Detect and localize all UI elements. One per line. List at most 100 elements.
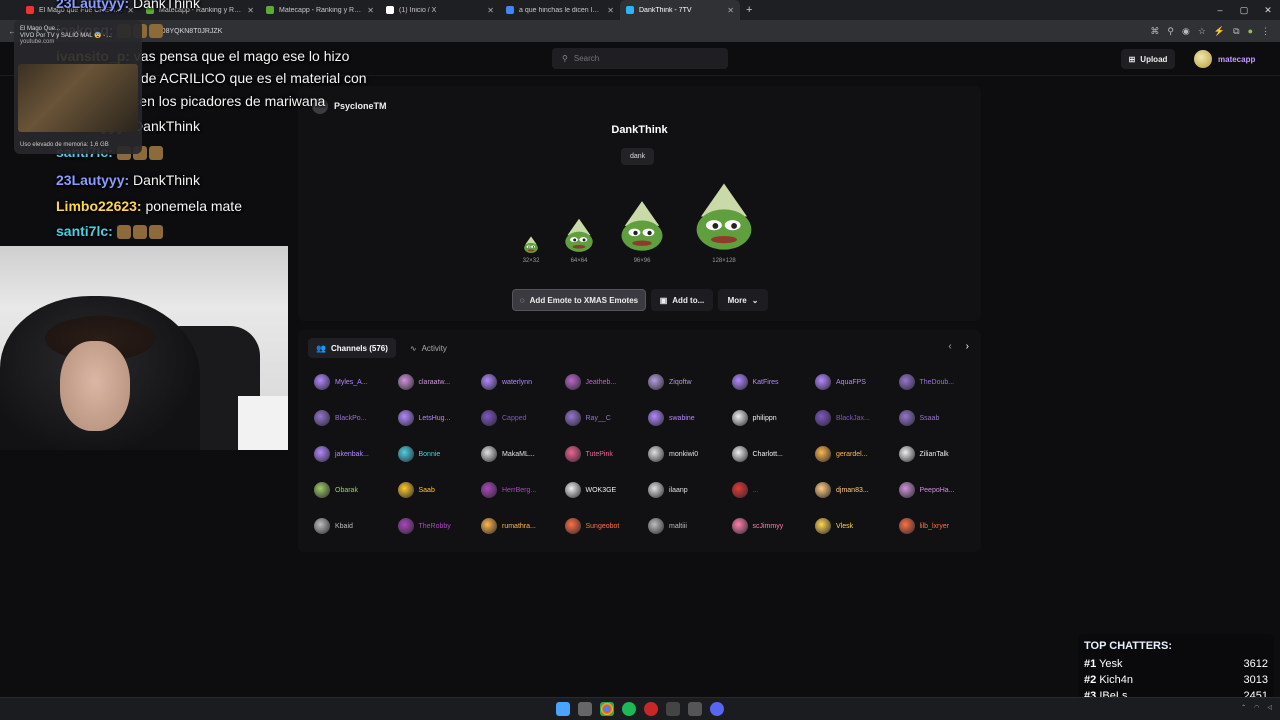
- close-window-icon[interactable]: ✕: [1256, 0, 1280, 20]
- face: [60, 341, 130, 431]
- channel-item[interactable]: claraatw...: [397, 374, 450, 390]
- emote-size-label: 32×32: [522, 258, 540, 264]
- channel-avatar: [397, 410, 414, 426]
- channel-item[interactable]: ...: [731, 482, 758, 498]
- channel-item[interactable]: PeepoHa...: [898, 482, 955, 498]
- channel-item[interactable]: Myles_A...: [314, 374, 368, 390]
- channel-item[interactable]: waterlynn: [481, 374, 532, 390]
- profile-icon[interactable]: ●: [1248, 26, 1253, 37]
- chatter-name: Kich4n: [1099, 674, 1133, 686]
- channel-item[interactable]: AquaFPS: [815, 374, 866, 390]
- close-tab-icon[interactable]: ✕: [727, 6, 734, 15]
- pepe-emote-icon: [524, 236, 538, 253]
- user-menu[interactable]: matecapp: [1194, 50, 1255, 68]
- minimize-icon[interactable]: –: [1208, 0, 1232, 20]
- chevron-down-icon: ⌄: [751, 295, 759, 305]
- channel-item[interactable]: Vlesk: [815, 518, 853, 534]
- channel-item[interactable]: rumathra...: [481, 518, 536, 534]
- new-tab-icon[interactable]: +: [740, 4, 758, 16]
- channel-item[interactable]: MakaML...: [481, 446, 535, 462]
- next-page-icon[interactable]: ›: [966, 341, 969, 352]
- channel-item[interactable]: HerrBerg...: [481, 482, 536, 498]
- tab-hover-preview: El Mago Que... VIVO Por TV y SALIÓ MAL 😨…: [14, 20, 142, 154]
- app-icon[interactable]: [644, 702, 658, 716]
- emote-tag[interactable]: dank: [621, 148, 655, 165]
- channel-item[interactable]: swabine: [648, 410, 695, 426]
- channel-item[interactable]: Sungeobot: [564, 518, 619, 534]
- channel-avatar: [731, 518, 748, 534]
- channel-item[interactable]: TutePink: [564, 446, 613, 462]
- channel-name: monkiwi0: [669, 450, 699, 458]
- channel-item[interactable]: LetsHug...: [397, 410, 450, 426]
- volume-icon[interactable]: ◁: [1267, 704, 1272, 711]
- channel-name: lilb_lxryer: [919, 522, 950, 530]
- channel-item[interactable]: lilb_lxryer: [898, 518, 950, 534]
- chat-emote-icon: [149, 24, 164, 39]
- maximize-icon[interactable]: ▢: [1232, 0, 1256, 20]
- add-to-button[interactable]: ▣ Add to...: [651, 289, 713, 311]
- search-bar[interactable]: ⚲: [552, 48, 728, 69]
- channel-item[interactable]: WOK3GE: [564, 482, 616, 498]
- file-explorer-icon[interactable]: [578, 702, 592, 716]
- wifi-icon[interactable]: ◠: [1254, 704, 1259, 711]
- channel-item[interactable]: monkiwi0: [648, 446, 698, 462]
- channel-item[interactable]: maltiii: [648, 518, 687, 534]
- channel-item[interactable]: BlackJax...: [815, 410, 870, 426]
- tray-chevron-icon[interactable]: ⌃: [1241, 704, 1246, 711]
- chat-text: ponemela mate: [145, 198, 242, 214]
- channel-item[interactable]: Ray__C: [564, 410, 611, 426]
- upload-label: Upload: [1140, 54, 1168, 64]
- chrome-icon[interactable]: [600, 702, 614, 716]
- browser-tab[interactable]: DankThink - 7TV ✕: [620, 0, 740, 20]
- channel-name: TutePink: [585, 450, 613, 458]
- obs-icon[interactable]: [666, 702, 680, 716]
- star-icon[interactable]: ☆: [1198, 26, 1206, 37]
- browser-tab[interactable]: a que hinchas le dicen los ping ✕: [500, 0, 620, 20]
- tab-activity[interactable]: ∿ Activity: [402, 338, 455, 358]
- translate-icon[interactable]: ⌘: [1150, 26, 1159, 37]
- webcam-overlay: [0, 246, 288, 450]
- channel-item[interactable]: ilaanp: [648, 482, 688, 498]
- channel-item[interactable]: philippn: [731, 410, 777, 426]
- channel-name: jakenbak...: [335, 450, 369, 458]
- notification-app-icon[interactable]: [688, 702, 702, 716]
- zoom-icon[interactable]: ⚲: [1167, 26, 1174, 37]
- channel-item[interactable]: Ssaab: [898, 410, 939, 426]
- extension-icon[interactable]: ⧉: [1233, 26, 1239, 37]
- channel-item[interactable]: BlackPo...: [314, 410, 367, 426]
- menu-icon[interactable]: ⋮: [1261, 26, 1270, 37]
- discord-icon[interactable]: [710, 702, 724, 716]
- extension-7tv-icon[interactable]: ⚡: [1214, 26, 1225, 37]
- channel-name: KatFires: [752, 378, 779, 386]
- spotify-icon[interactable]: [622, 702, 636, 716]
- channel-item[interactable]: Obarak: [314, 482, 358, 498]
- channel-avatar: [898, 410, 915, 426]
- channel-item[interactable]: TheRobby: [397, 518, 451, 534]
- prev-page-icon[interactable]: ‹: [948, 341, 951, 352]
- channel-name: Ray__C: [585, 414, 611, 422]
- upload-button[interactable]: ⊞ Upload: [1121, 49, 1175, 69]
- channel-item[interactable]: scJimmyy: [731, 518, 783, 534]
- channel-item[interactable]: Saab: [397, 482, 435, 498]
- channel-item[interactable]: Jeatheb...: [564, 374, 616, 390]
- channel-item[interactable]: KatFires: [731, 374, 779, 390]
- channel-item[interactable]: Charlott...: [731, 446, 783, 462]
- close-tab-icon[interactable]: ✕: [487, 6, 494, 15]
- channel-item[interactable]: Bonnie: [397, 446, 440, 462]
- channel-item[interactable]: Kbaid: [314, 518, 353, 534]
- channel-avatar: [314, 482, 330, 498]
- tab-channels[interactable]: 👥 Channels (576): [308, 338, 396, 358]
- eye-icon[interactable]: ◉: [1182, 26, 1190, 37]
- channel-item[interactable]: djman83...: [815, 482, 869, 498]
- channel-item[interactable]: Capped: [481, 410, 527, 426]
- channel-item[interactable]: Ziqoftw: [648, 374, 692, 390]
- more-button[interactable]: More ⌄: [718, 289, 768, 311]
- channel-item[interactable]: TheDoub...: [898, 374, 954, 390]
- close-tab-icon[interactable]: ✕: [607, 6, 614, 15]
- search-input[interactable]: [573, 54, 714, 63]
- add-emote-button[interactable]: ◌ Add Emote to XMAS Emotes: [512, 289, 646, 311]
- channel-item[interactable]: jakenbak...: [314, 446, 369, 462]
- channel-item[interactable]: gerardel...: [815, 446, 868, 462]
- windows-start-icon[interactable]: [556, 702, 570, 716]
- channel-item[interactable]: ZilianTalk: [898, 446, 949, 462]
